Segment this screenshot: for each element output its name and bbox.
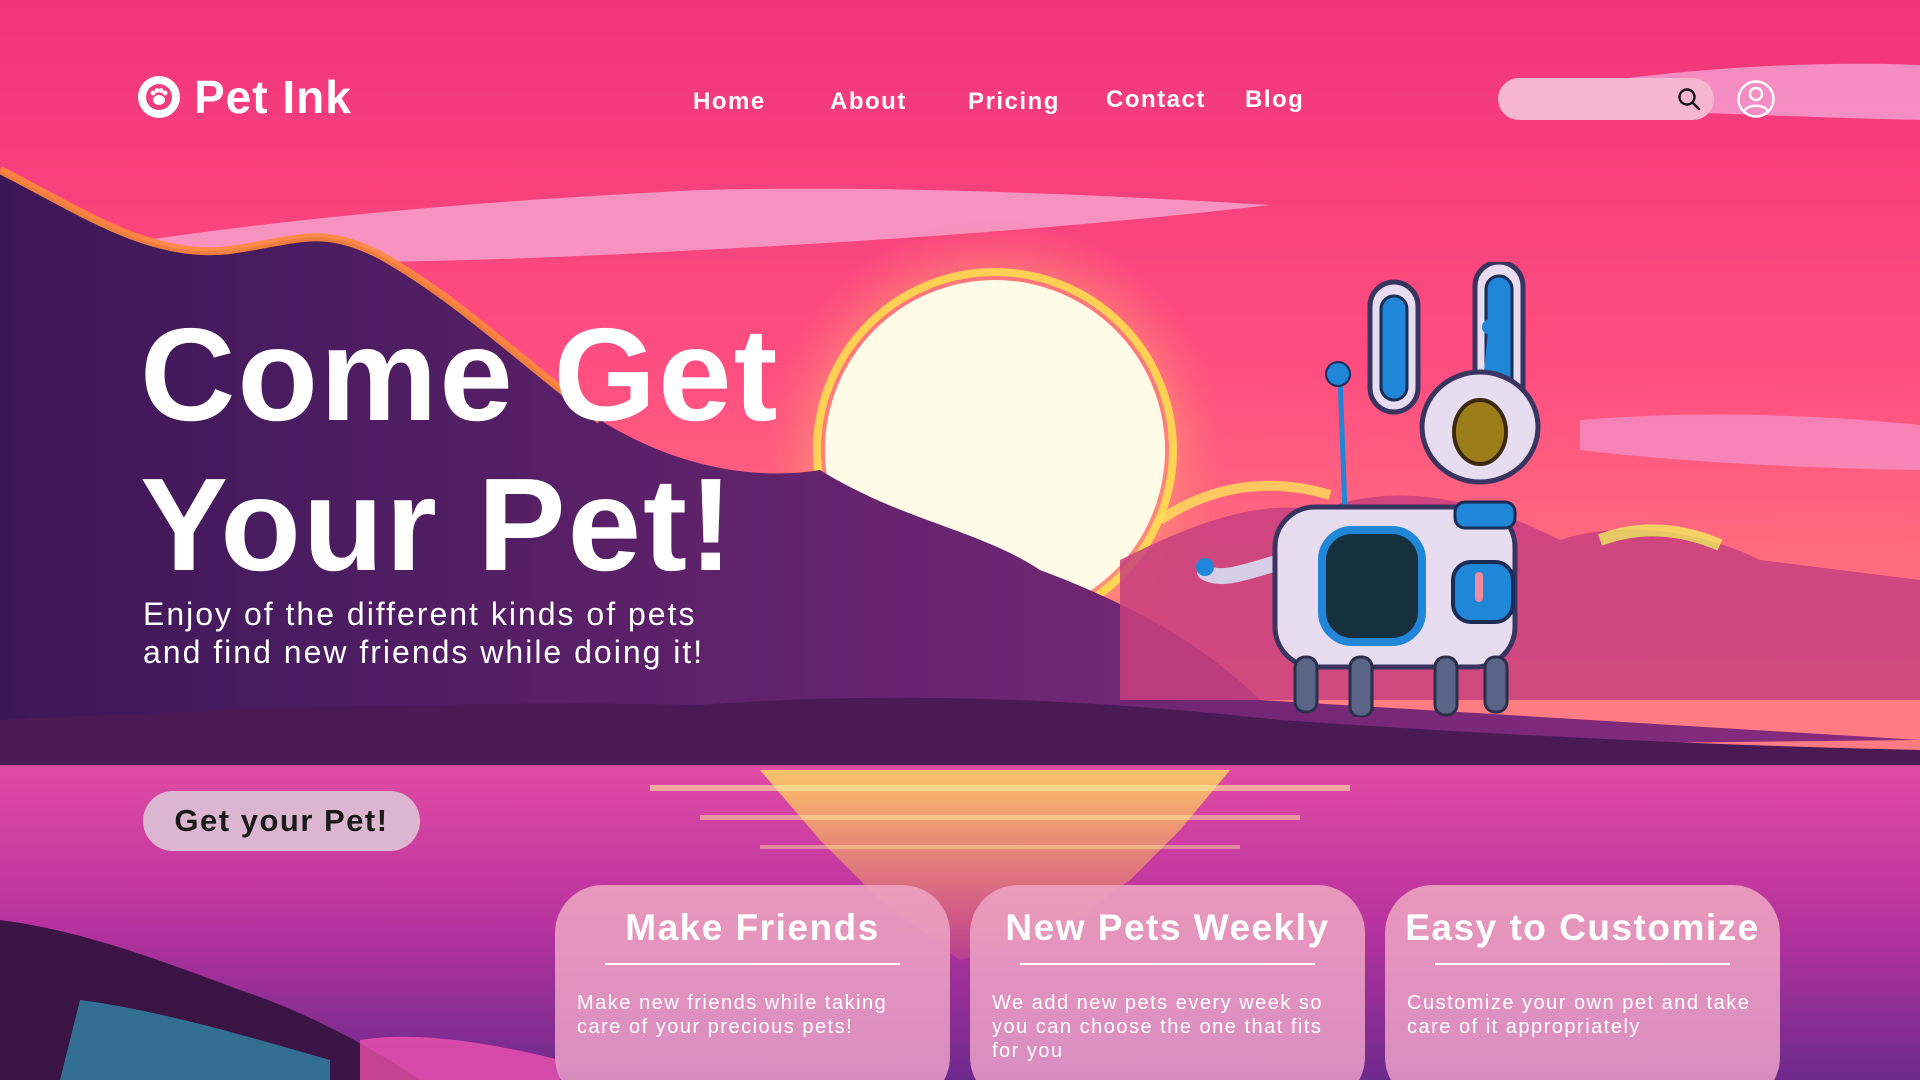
- feature-card-new-pets-weekly: New Pets Weekly We add new pets every we…: [970, 885, 1365, 1080]
- nav-item-contact[interactable]: Contact: [1106, 86, 1206, 114]
- nav-item-pricing[interactable]: Pricing: [968, 88, 1060, 116]
- hero-subtitle-line-1: Enjoy of the different kinds of pets: [143, 596, 697, 632]
- search-bar: [1498, 78, 1714, 120]
- card-title: New Pets Weekly: [1005, 907, 1330, 948]
- card-divider: [1435, 963, 1730, 965]
- hero-title: Come Get Your Pet!: [140, 300, 940, 600]
- hero-subtitle: Enjoy of the different kinds of pets and…: [143, 595, 903, 671]
- brand-logo[interactable]: Pet Ink: [138, 70, 352, 124]
- feature-card-make-friends: Make Friends Make new friends while taki…: [555, 885, 950, 1080]
- nav-item-home[interactable]: Home: [693, 88, 766, 116]
- search-icon[interactable]: [1676, 86, 1702, 112]
- robot-dog-illustration: [1196, 262, 1541, 717]
- user-icon[interactable]: [1736, 79, 1776, 119]
- nav-item-about[interactable]: About: [830, 88, 907, 116]
- hero-title-line-2: Your Pet!: [140, 451, 735, 598]
- hero-title-line-1: Come Get: [140, 301, 780, 448]
- paw-icon: [138, 76, 180, 118]
- card-title: Make Friends: [625, 907, 880, 948]
- search-input[interactable]: [1516, 78, 1666, 120]
- brand-name: Pet Ink: [194, 71, 352, 123]
- card-text: Customize your own pet and take care of …: [1407, 992, 1751, 1038]
- get-your-pet-button[interactable]: Get your Pet!: [143, 791, 420, 851]
- card-divider: [605, 963, 900, 965]
- card-title: Easy to Customize: [1405, 907, 1760, 948]
- card-text: We add new pets every week so you can ch…: [992, 992, 1324, 1062]
- card-text: Make new friends while taking care of yo…: [577, 992, 888, 1038]
- feature-card-easy-to-customize: Easy to Customize Customize your own pet…: [1385, 885, 1780, 1080]
- nav-item-blog[interactable]: Blog: [1245, 86, 1304, 114]
- card-divider: [1020, 963, 1315, 965]
- hero-subtitle-line-2: and find new friends while doing it!: [143, 634, 705, 670]
